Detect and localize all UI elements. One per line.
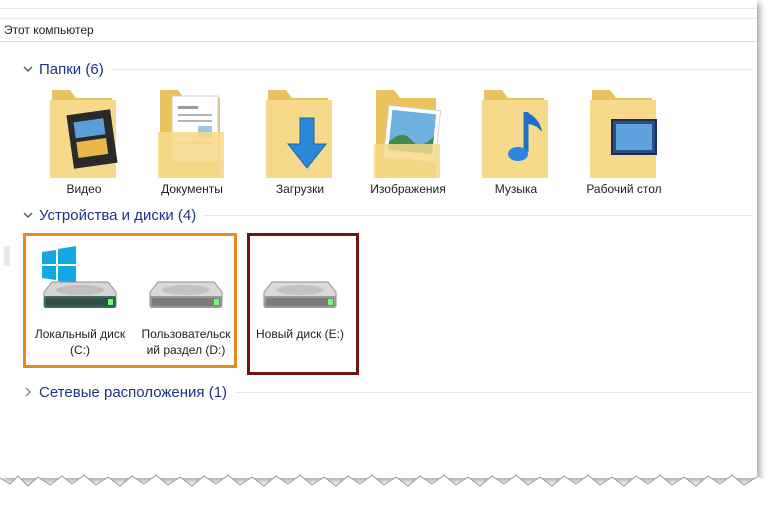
explorer-window: Этот компьютер Папки (6) Видео Документы… [0, 0, 757, 478]
hard-drive-icon [263, 281, 337, 308]
folder-label: Загрузки [275, 182, 325, 196]
desktop-folder-icon [590, 90, 657, 178]
drive-e[interactable]: Новый диск (E:) [250, 246, 350, 342]
folder-downloads[interactable]: Загрузки [252, 82, 348, 196]
section-divider [111, 68, 753, 70]
section-title-devices[interactable]: Устройства и диски (4) [39, 207, 196, 224]
drive-label-line1: Пользовательск [141, 327, 231, 341]
chevron-down-icon[interactable] [23, 210, 33, 220]
folder-desktop[interactable]: Рабочий стол [576, 82, 672, 196]
scroll-strip[interactable] [4, 246, 10, 266]
folder-label: Рабочий стол [586, 182, 662, 196]
section-title-folders[interactable]: Папки (6) [39, 61, 104, 78]
windows-logo-icon [42, 246, 76, 284]
folder-label: Изображения [370, 182, 446, 196]
drive-label-line1: Локальный диск [34, 327, 126, 341]
chevron-right-icon[interactable] [23, 387, 33, 397]
address-text: Этот компьютер [4, 23, 94, 37]
folder-label: Видео [66, 182, 102, 196]
chevron-down-icon[interactable] [23, 64, 33, 74]
folder-label: Документы [161, 182, 223, 196]
video-folder-icon [50, 90, 118, 178]
drive-label-line2: ий раздел (D:) [146, 343, 226, 357]
drive-c[interactable]: Локальный диск (C:) [30, 246, 130, 358]
downloads-folder-icon [266, 90, 332, 178]
section-title-network[interactable]: Сетевые расположения (1) [39, 384, 227, 401]
section-devices[interactable]: Устройства и диски (4) [23, 206, 753, 224]
folder-documents[interactable]: Документы [144, 82, 240, 196]
hard-drive-icon [149, 281, 223, 308]
section-folders[interactable]: Папки (6) [23, 60, 753, 78]
section-divider [204, 214, 753, 216]
section-divider [235, 391, 753, 393]
pictures-folder-icon [374, 90, 442, 178]
folder-pictures[interactable]: Изображения [360, 82, 456, 196]
section-network[interactable]: Сетевые расположения (1) [23, 383, 753, 401]
torn-edge [0, 474, 769, 509]
drive-d[interactable]: Пользовательск ий раздел (D:) [136, 246, 236, 358]
drive-label-line1: Новый диск (E:) [256, 327, 344, 341]
top-border [0, 8, 757, 9]
folder-label: Музыка [494, 182, 538, 196]
music-folder-icon [482, 90, 548, 178]
address-bar[interactable]: Этот компьютер [0, 18, 757, 42]
folder-video[interactable]: Видео [36, 82, 132, 196]
folder-music[interactable]: Музыка [468, 82, 564, 196]
system-drive-icon [42, 246, 117, 308]
drive-label-line2: (C:) [70, 343, 90, 357]
documents-folder-icon [158, 90, 224, 178]
